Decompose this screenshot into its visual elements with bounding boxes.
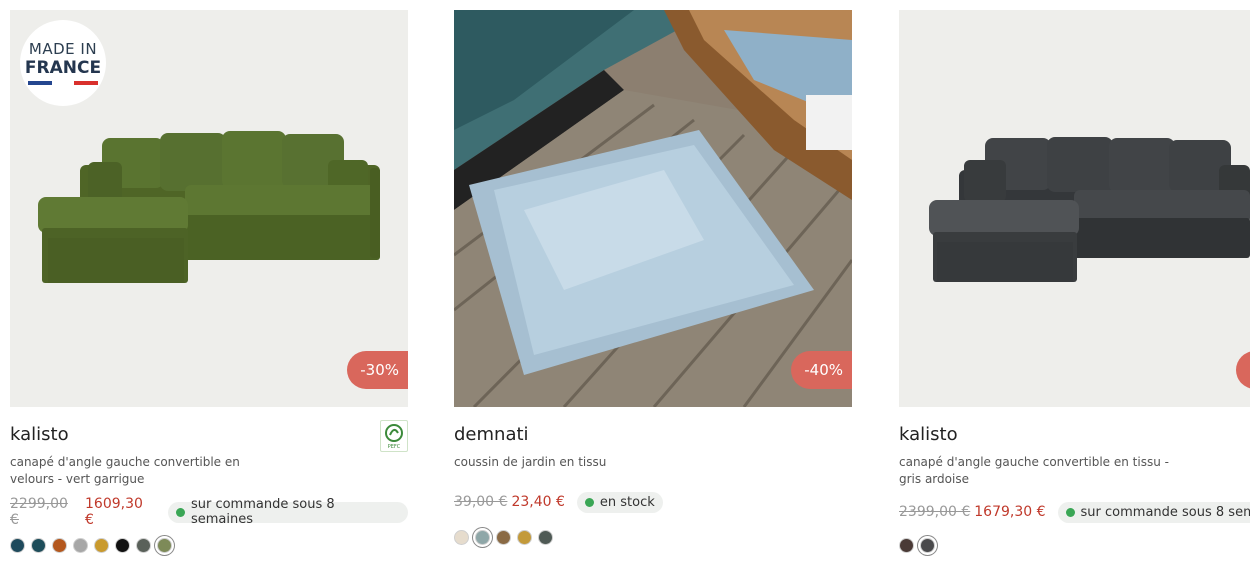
product-name[interactable]: kalisto bbox=[10, 424, 408, 445]
discount-badge: -40% bbox=[791, 351, 852, 389]
product-name[interactable]: kalisto bbox=[899, 424, 1250, 445]
color-swatches bbox=[454, 530, 852, 545]
availability-badge: sur commande sous 8 semaine bbox=[1057, 501, 1250, 523]
color-swatch[interactable] bbox=[920, 538, 935, 553]
product-card-kalisto-grey[interactable]: kalisto canapé d'angle gauche convertibl… bbox=[899, 10, 1250, 553]
availability-dot-icon bbox=[176, 507, 185, 517]
color-swatch[interactable] bbox=[73, 538, 88, 553]
availability-dot-icon bbox=[584, 497, 594, 507]
product-description: canapé d'angle gauche convertible en vel… bbox=[10, 455, 240, 486]
color-swatch[interactable] bbox=[496, 530, 511, 545]
pefc-certification-icon: PEFC bbox=[380, 420, 408, 452]
badge-made-in-text: MADE IN bbox=[28, 40, 98, 58]
product-card-demnati[interactable]: -40% demnati coussin de jardin en tissu … bbox=[454, 10, 852, 545]
availability-badge: sur commande sous 8 semaines bbox=[168, 497, 408, 527]
product-image[interactable]: -40% bbox=[454, 10, 852, 407]
color-swatch[interactable] bbox=[10, 538, 25, 553]
old-price: 2299,00 € bbox=[10, 496, 68, 528]
product-card-kalisto-green[interactable]: MADE IN FRANCE -30% PEFC kalisto canapé … bbox=[10, 10, 408, 553]
color-swatches bbox=[10, 538, 408, 553]
color-swatch[interactable] bbox=[115, 538, 130, 553]
french-flag-icon bbox=[20, 81, 106, 85]
new-price: 1609,30 € bbox=[85, 496, 143, 528]
made-in-france-badge: MADE IN FRANCE bbox=[20, 20, 106, 106]
color-swatch[interactable] bbox=[157, 538, 172, 553]
color-swatch[interactable] bbox=[517, 530, 532, 545]
price-row: 39,00 € 23,40 € en stock bbox=[454, 490, 852, 514]
color-swatch[interactable] bbox=[899, 538, 914, 553]
color-swatch[interactable] bbox=[31, 538, 46, 553]
discount-badge: -30% bbox=[347, 351, 408, 389]
availability-dot-icon bbox=[1065, 507, 1075, 517]
availability-badge: en stock bbox=[576, 491, 663, 513]
color-swatches bbox=[899, 538, 1250, 553]
badge-france-text: FRANCE bbox=[24, 58, 102, 78]
svg-text:PEFC: PEFC bbox=[388, 444, 401, 450]
color-swatch[interactable] bbox=[94, 538, 109, 553]
product-image[interactable] bbox=[899, 10, 1250, 407]
product-name[interactable]: demnati bbox=[454, 424, 852, 445]
old-price: 39,00 € bbox=[454, 494, 508, 510]
availability-text: sur commande sous 8 semaines bbox=[190, 497, 335, 527]
product-description: canapé d'angle gauche convertible en tis… bbox=[899, 455, 1169, 486]
color-swatch[interactable] bbox=[538, 530, 553, 545]
light-blue-garden-cushion-image bbox=[454, 10, 852, 407]
color-swatch[interactable] bbox=[52, 538, 67, 553]
color-swatch[interactable] bbox=[136, 538, 151, 553]
color-swatch[interactable] bbox=[454, 530, 469, 545]
slate-grey-corner-sofa-image bbox=[899, 10, 1250, 407]
price-row: 2399,00 € 1679,30 € sur commande sous 8 … bbox=[899, 500, 1250, 524]
availability-text: sur commande sous 8 semaine bbox=[1080, 504, 1250, 520]
new-price: 23,40 € bbox=[511, 494, 565, 510]
color-swatch[interactable] bbox=[475, 530, 490, 545]
product-description: coussin de jardin en tissu bbox=[454, 455, 607, 469]
price-row: 2299,00 € 1609,30 € sur commande sous 8 … bbox=[10, 496, 408, 528]
old-price: 2399,00 € bbox=[899, 504, 971, 520]
new-price: 1679,30 € bbox=[974, 504, 1046, 520]
availability-text: en stock bbox=[599, 494, 655, 510]
product-image[interactable]: MADE IN FRANCE -30% bbox=[10, 10, 408, 407]
